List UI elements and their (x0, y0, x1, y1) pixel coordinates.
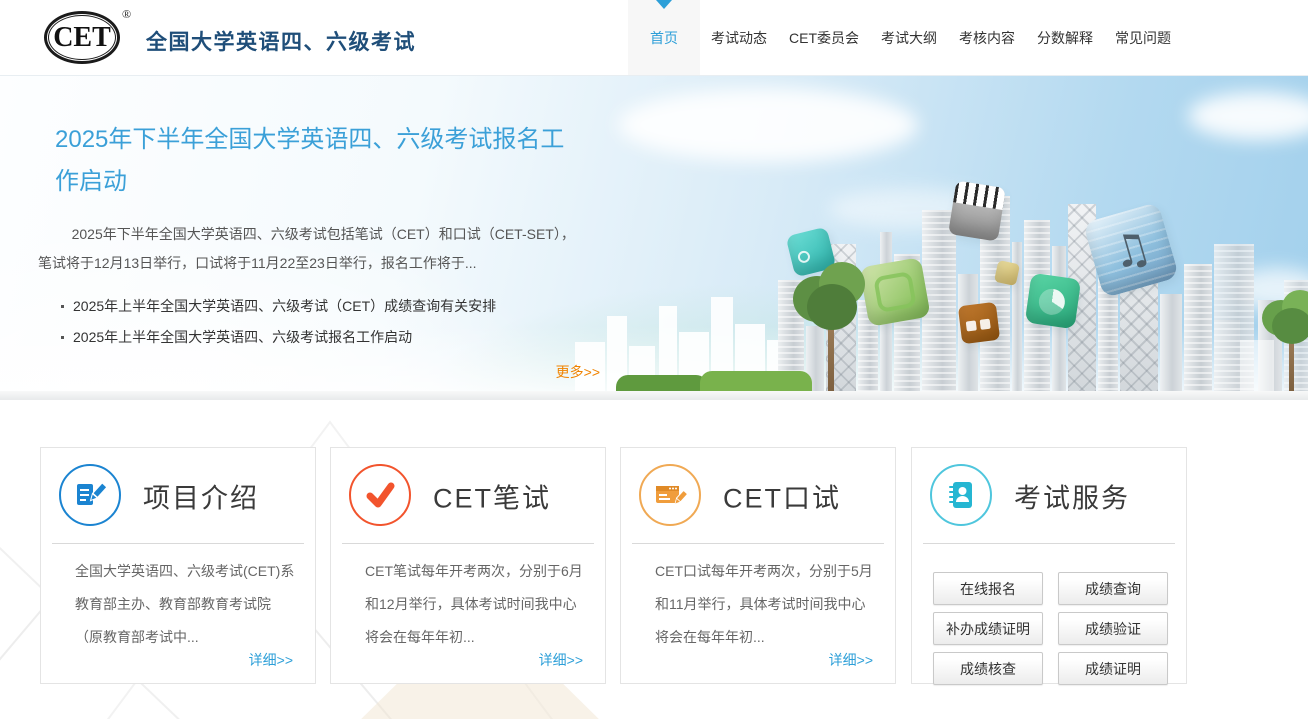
contact-book-icon (930, 464, 992, 526)
yellow-cube (994, 260, 1020, 286)
card-project-intro: 项目介绍 全国大学英语四、六级考试(CET)系教育部主办、教育部教育考试院（原教… (40, 447, 316, 684)
building (1184, 264, 1212, 392)
card-head: CET口试 (621, 448, 895, 543)
card-title: CET口试 (723, 476, 841, 515)
card-title: 考试服务 (1014, 476, 1130, 515)
nav-label: 考试动态 (711, 28, 767, 48)
cet-oval-logo-icon: CET (44, 11, 120, 64)
main-nav: 首页 考试动态 CET委员会 考试大纲 考核内容 分数解释 常见问题 (628, 0, 1182, 75)
card-body-text: 全国大学英语四、六级考试(CET)系教育部主办、教育部教育考试院（原教育部考试中… (75, 555, 297, 654)
online-registration-button[interactable]: 在线报名 (933, 572, 1043, 605)
score-query-button[interactable]: 成绩查询 (1058, 572, 1168, 605)
building (1160, 294, 1182, 392)
cloud (618, 88, 918, 162)
nav-label: 考核内容 (959, 28, 1015, 48)
banner-news-panel: 2025年下半年全国大学英语四、六级考试报名工作启动 2025年下半年全国大学英… (38, 76, 603, 382)
card-title: CET笔试 (433, 476, 551, 515)
score-certificate-button[interactable]: 成绩证明 (1058, 652, 1168, 685)
divider (923, 543, 1175, 544)
site-title: 全国大学英语四、六级考试 (146, 26, 416, 56)
card-exam-services: 考试服务 在线报名 成绩查询 补办成绩证明 成绩验证 成绩核查 成绩证明 (911, 447, 1187, 684)
nav-item-assessment-content[interactable]: 考核内容 (948, 0, 1026, 75)
cards-section: 项目介绍 全国大学英语四、六级考试(CET)系教育部主办、教育部教育考试院（原教… (0, 400, 1308, 719)
divider (342, 543, 594, 544)
nav-label: 考试大纲 (881, 28, 937, 48)
green-screen-cube (859, 257, 930, 327)
registered-mark: ® (122, 7, 131, 22)
more-link[interactable]: 更多>> (38, 362, 600, 382)
news-item-link[interactable]: 2025年上半年全国大学英语四、六级考试报名工作启动 (61, 322, 603, 353)
card-head: CET笔试 (331, 448, 605, 543)
nav-item-score-interpretation[interactable]: 分数解释 (1026, 0, 1104, 75)
card-title: 项目介绍 (143, 476, 259, 515)
service-buttons-grid: 在线报名 成绩查询 补办成绩证明 成绩验证 成绩核查 成绩证明 (933, 572, 1186, 685)
divider (52, 543, 304, 544)
nav-item-exam-news[interactable]: 考试动态 (700, 0, 778, 75)
hero-banner: ♫ 2025年下半年全国大学英语四、六级考试报名工作启动 2025年下半年全国大… (0, 76, 1308, 400)
score-recheck-button[interactable]: 成绩核查 (933, 652, 1043, 685)
nav-label: CET委员会 (789, 28, 859, 48)
site-header: CET ® 全国大学英语四、六级考试 首页 考试动态 CET委员会 考试大纲 考… (0, 0, 1308, 76)
tree (793, 258, 869, 392)
nav-label: 常见问题 (1115, 28, 1171, 48)
card-head: 考试服务 (912, 448, 1186, 543)
nav-item-faq[interactable]: 常见问题 (1104, 0, 1182, 75)
card-cet-oral: CET口试 CET口试每年开考两次，分别于5月和11月举行，具体考试时间我中心将… (620, 447, 896, 684)
piano-cube (948, 180, 1006, 241)
tree (1262, 288, 1308, 392)
bush (616, 375, 708, 392)
nav-item-exam-syllabus[interactable]: 考试大纲 (870, 0, 948, 75)
document-pencil-icon (59, 464, 121, 526)
card-cet-written: CET笔试 CET笔试每年开考两次，分别于6月和12月举行，具体考试时间我中心将… (330, 447, 606, 684)
divider (632, 543, 884, 544)
pie-chart-cube (1025, 273, 1081, 329)
detail-link[interactable]: 详细>> (829, 650, 873, 670)
banner-headline-link[interactable]: 2025年下半年全国大学英语四、六级考试报名工作启动 (55, 119, 580, 203)
nav-item-cet-committee[interactable]: CET委员会 (778, 0, 870, 75)
score-verification-button[interactable]: 成绩验证 (1058, 612, 1168, 645)
cloud (1188, 92, 1308, 140)
nav-label: 分数解释 (1037, 28, 1093, 48)
checkmark-icon (349, 464, 411, 526)
detail-link[interactable]: 详细>> (249, 650, 293, 670)
news-list: 2025年上半年全国大学英语四、六级考试（CET）成绩查询有关安排 2025年上… (61, 291, 603, 353)
abacus-cube (958, 302, 1000, 344)
cet-logo[interactable]: CET ® (44, 11, 131, 64)
reissue-score-certificate-button[interactable]: 补办成绩证明 (933, 612, 1043, 645)
exam-window-pencil-icon (639, 464, 701, 526)
card-body-text: CET笔试每年开考两次，分别于6月和12月举行，具体考试时间我中心将会在每年年初… (365, 555, 587, 654)
card-head: 项目介绍 (41, 448, 315, 543)
card-body-text: CET口试每年开考两次，分别于5月和11月举行，具体考试时间我中心将会在每年年初… (655, 555, 877, 654)
nav-item-home[interactable]: 首页 (628, 0, 700, 75)
news-item-link[interactable]: 2025年上半年全国大学英语四、六级考试（CET）成绩查询有关安排 (61, 291, 603, 322)
ground-strip (0, 391, 1308, 400)
music-note-glyph: ♫ (1105, 220, 1157, 280)
logo-text: CET (53, 24, 111, 52)
nav-label: 首页 (650, 28, 678, 48)
banner-summary: 2025年下半年全国大学英语四、六级考试包括笔试（CET）和口试（CET-SET… (38, 220, 583, 278)
detail-link[interactable]: 详细>> (539, 650, 583, 670)
